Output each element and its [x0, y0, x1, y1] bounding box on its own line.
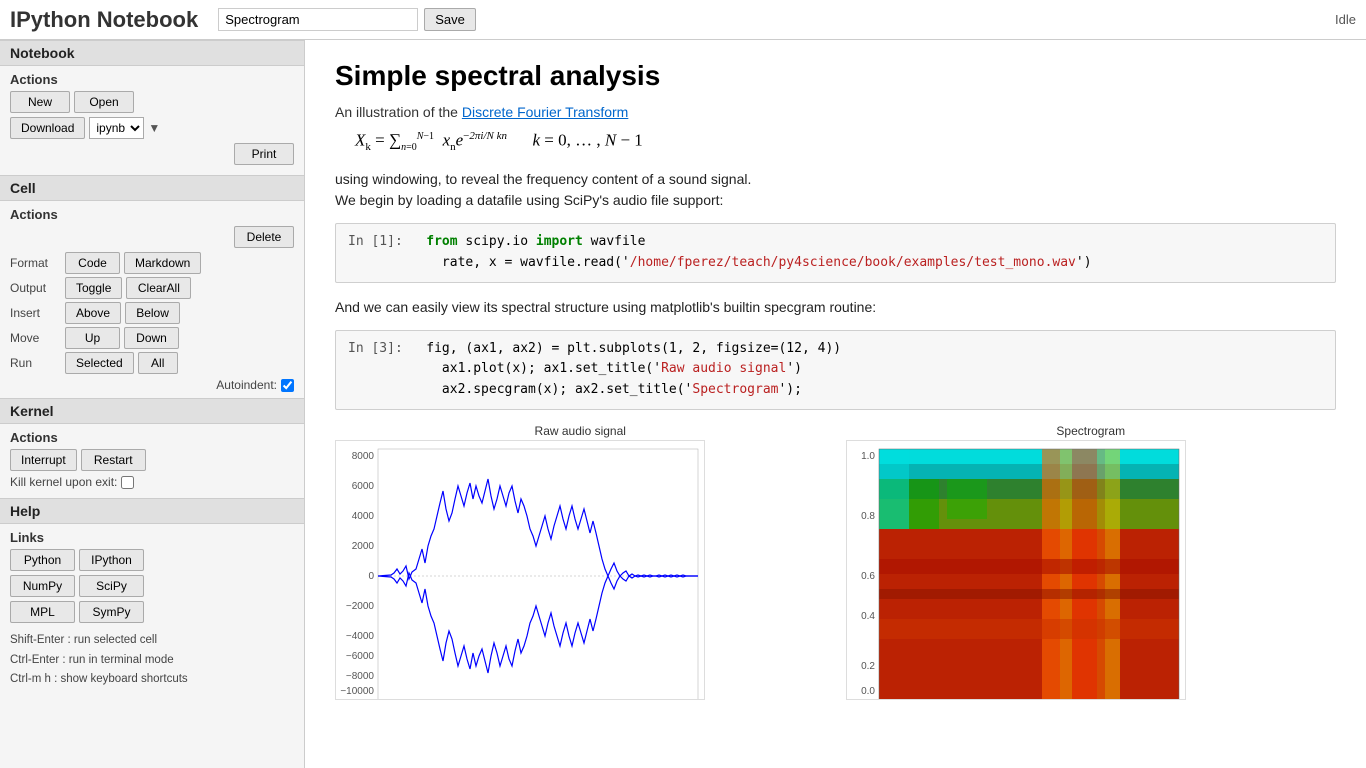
- notebook-name-input[interactable]: [218, 8, 418, 31]
- svg-text:8000: 8000: [352, 451, 375, 462]
- delete-button[interactable]: Delete: [234, 226, 294, 248]
- mpl-link-button[interactable]: MPL: [10, 601, 75, 623]
- svg-text:0.2: 0.2: [861, 661, 875, 672]
- dft-link[interactable]: Discrete Fourier Transform: [462, 104, 628, 120]
- spectrogram-title: Spectrogram: [846, 424, 1337, 438]
- waveform-svg: 8000 6000 4000 2000 0 −2000 −4000 −6000 …: [335, 440, 705, 700]
- toggle-button[interactable]: Toggle: [65, 277, 122, 299]
- page-heading: Simple spectral analysis: [335, 60, 1336, 92]
- body-text-3: And we can easily view its spectral stru…: [335, 297, 1336, 318]
- numpy-link-button[interactable]: NumPy: [10, 575, 75, 597]
- svg-text:4000: 4000: [352, 511, 375, 522]
- above-button[interactable]: Above: [65, 302, 121, 324]
- restart-button[interactable]: Restart: [81, 449, 146, 471]
- move-label: Move: [10, 331, 65, 345]
- kill-kernel-label: Kill kernel upon exit:: [10, 475, 117, 489]
- sympy-link-button[interactable]: SymPy: [79, 601, 144, 623]
- spectrogram-chart: Spectrogram 1.0 0.8 0.6 0.4 0.2 0.0 0 50…: [846, 424, 1337, 703]
- insert-label: Insert: [10, 306, 65, 320]
- app-title: IPython Notebook: [10, 7, 198, 33]
- idle-status: Idle: [1335, 12, 1356, 27]
- spectrogram-svg: 1.0 0.8 0.6 0.4 0.2 0.0 0 5000 10000 150…: [846, 440, 1186, 700]
- shortcut-3: Ctrl-m h : show keyboard shortcuts: [10, 670, 294, 690]
- svg-text:0: 0: [368, 571, 374, 582]
- format-label: Format: [10, 256, 65, 270]
- shortcut-2: Ctrl-Enter : run in terminal mode: [10, 651, 294, 671]
- autoindent-checkbox[interactable]: [281, 379, 294, 392]
- svg-text:−4000: −4000: [346, 631, 375, 642]
- shortcut-1: Shift-Enter : run selected cell: [10, 631, 294, 651]
- cell1-path: /home/fperez/teach/py4science/book/examp…: [630, 255, 1076, 270]
- ipython-link-button[interactable]: IPython: [79, 549, 144, 571]
- svg-text:0.4: 0.4: [861, 611, 875, 622]
- download-button[interactable]: Download: [10, 117, 85, 139]
- code-cell-1[interactable]: In [1]: from scipy.io import wavfile rat…: [335, 223, 1336, 283]
- save-button[interactable]: Save: [424, 8, 476, 31]
- code-button[interactable]: Code: [65, 252, 120, 274]
- clearall-button[interactable]: ClearAll: [126, 277, 191, 299]
- open-button[interactable]: Open: [74, 91, 134, 113]
- all-button[interactable]: All: [138, 352, 178, 374]
- cell1-prompt: In [1]:: [348, 234, 403, 249]
- kernel-actions-label: Actions: [10, 430, 294, 445]
- svg-text:2000: 2000: [352, 541, 375, 552]
- svg-text:1.0: 1.0: [861, 451, 875, 462]
- cell-section-header: Cell: [0, 175, 304, 201]
- links-label: Links: [10, 530, 294, 545]
- svg-text:−6000: −6000: [346, 651, 375, 662]
- svg-text:−10000: −10000: [340, 686, 374, 697]
- formula-block: Xk = ∑n=0N−1 xne−2πi/N kn k = 0, … , N −…: [355, 130, 1336, 153]
- kernel-section-header: Kernel: [0, 398, 304, 424]
- help-section-header: Help: [0, 498, 304, 524]
- selected-button[interactable]: Selected: [65, 352, 134, 374]
- svg-text:0.0: 0.0: [861, 686, 875, 697]
- below-button[interactable]: Below: [125, 302, 180, 324]
- download-format-select[interactable]: ipynb py html: [89, 117, 144, 139]
- scipy-link-button[interactable]: SciPy: [79, 575, 144, 597]
- print-button[interactable]: Print: [234, 143, 294, 165]
- intro-paragraph: An illustration of the Discrete Fourier …: [335, 104, 1336, 120]
- code-cell-3[interactable]: In [3]: fig, (ax1, ax2) = plt.subplots(1…: [335, 330, 1336, 410]
- svg-text:0.8: 0.8: [861, 511, 875, 522]
- notebook-actions-label: Actions: [10, 72, 294, 87]
- run-label: Run: [10, 356, 65, 370]
- down-button[interactable]: Down: [124, 327, 179, 349]
- svg-text:−8000: −8000: [346, 671, 375, 682]
- autoindent-label: Autoindent:: [216, 378, 277, 392]
- output-label: Output: [10, 281, 65, 295]
- svg-text:−2000: −2000: [346, 601, 375, 612]
- interrupt-button[interactable]: Interrupt: [10, 449, 77, 471]
- cell3-prompt: In [3]:: [348, 341, 403, 356]
- body-text-1: using windowing, to reveal the frequency…: [335, 169, 1336, 211]
- new-button[interactable]: New: [10, 91, 70, 113]
- kill-kernel-checkbox[interactable]: [121, 476, 134, 489]
- charts-row: Raw audio signal 8000 6000 4000 2000 0 −…: [335, 424, 1336, 703]
- cell-actions-label: Actions: [10, 207, 294, 222]
- markdown-button[interactable]: Markdown: [124, 252, 201, 274]
- waveform-chart: Raw audio signal 8000 6000 4000 2000 0 −…: [335, 424, 826, 703]
- svg-text:0.6: 0.6: [861, 571, 875, 582]
- waveform-title: Raw audio signal: [335, 424, 826, 438]
- notebook-section-header: Notebook: [0, 40, 304, 66]
- python-link-button[interactable]: Python: [10, 549, 75, 571]
- up-button[interactable]: Up: [65, 327, 120, 349]
- svg-text:6000: 6000: [352, 481, 375, 492]
